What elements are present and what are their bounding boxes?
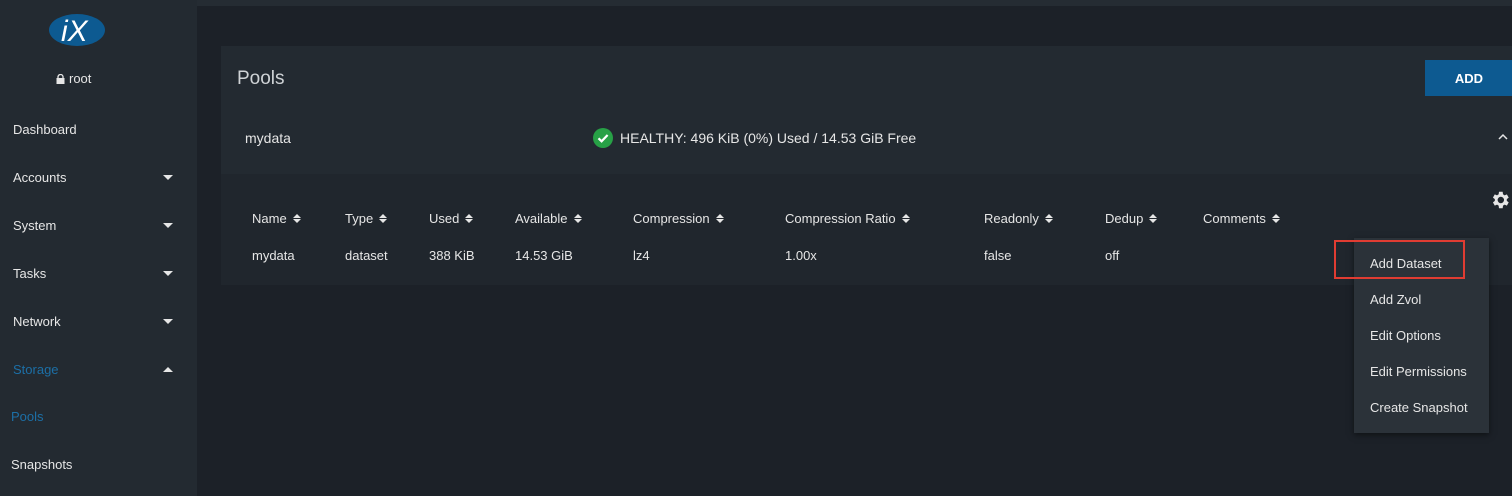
cell-readonly: false	[984, 248, 1012, 263]
cell-compression: lz4	[633, 248, 650, 263]
nav-label: Dashboard	[13, 121, 77, 137]
nav-label: Storage	[13, 361, 59, 377]
pool-name: mydata	[245, 130, 291, 146]
column-header-available[interactable]: Available	[515, 211, 582, 226]
column-header-comments[interactable]: Comments	[1203, 211, 1280, 226]
sort-icon	[901, 214, 910, 223]
nav-accounts[interactable]: Accounts	[0, 153, 197, 201]
cell-available: 14.53 GiB	[515, 248, 573, 263]
column-header-dedup[interactable]: Dedup	[1105, 211, 1158, 226]
nav-label: Network	[13, 313, 61, 329]
column-header-name[interactable]: Name	[252, 211, 301, 226]
menu-item-create-snapshot[interactable]: Create Snapshot	[1370, 400, 1468, 415]
menu-item-edit-options[interactable]: Edit Options	[1370, 328, 1441, 343]
highlight-box	[1334, 240, 1465, 279]
sort-icon	[292, 214, 301, 223]
column-header-type[interactable]: Type	[345, 211, 388, 226]
page-title: Pools	[237, 68, 285, 89]
lock-icon	[56, 73, 65, 84]
pool-header-row[interactable]: mydata HEALTHY: 496 KiB (0%) Used / 14.5…	[221, 110, 1512, 174]
sort-icon	[1271, 214, 1280, 223]
sort-icon	[465, 214, 474, 223]
column-header-readonly[interactable]: Readonly	[984, 211, 1053, 226]
sort-icon	[379, 214, 388, 223]
column-header-compression-ratio[interactable]: Compression Ratio	[785, 211, 910, 226]
cell-used: 388 KiB	[429, 248, 475, 263]
pools-card: Pools ADD mydata HEALTHY: 496 KiB (0%) U…	[221, 46, 1512, 285]
chevron-up-icon[interactable]	[1498, 132, 1508, 142]
caret-down-icon	[163, 270, 173, 276]
user-label: root	[56, 71, 91, 86]
menu-item-edit-permissions[interactable]: Edit Permissions	[1370, 364, 1467, 379]
sidebar: iX root Dashboard Accounts System Tasks …	[0, 0, 197, 496]
nav-snapshots[interactable]: Snapshots	[11, 457, 72, 472]
sort-icon	[715, 214, 724, 223]
caret-down-icon	[163, 174, 173, 180]
menu-item-add-zvol[interactable]: Add Zvol	[1370, 292, 1421, 307]
username: root	[69, 71, 92, 86]
cell-name: mydata	[252, 248, 295, 263]
nav-storage[interactable]: Storage	[0, 345, 197, 393]
check-circle-icon	[593, 128, 613, 148]
pool-status-text: HEALTHY: 496 KiB (0%) Used / 14.53 GiB F…	[620, 130, 917, 146]
column-header-compression[interactable]: Compression	[633, 211, 724, 226]
sort-icon	[573, 214, 582, 223]
logo-text: iX	[61, 15, 89, 48]
nav-pools[interactable]: Pools	[11, 409, 44, 424]
caret-up-icon	[163, 366, 173, 372]
ix-logo: iX	[49, 14, 105, 48]
column-header-used[interactable]: Used	[429, 211, 474, 226]
gear-icon[interactable]	[1489, 189, 1511, 211]
nav-system[interactable]: System	[0, 201, 197, 249]
cell-type: dataset	[345, 248, 388, 263]
nav-label: System	[13, 217, 57, 233]
top-bar	[197, 0, 1512, 6]
cell-dedup: off	[1105, 248, 1120, 263]
cell-compression-ratio: 1.00x	[785, 248, 817, 263]
nav-label: Tasks	[13, 265, 47, 281]
sort-icon	[1149, 214, 1158, 223]
caret-down-icon	[163, 318, 173, 324]
dataset-table: Name Type Used Available Compression Com…	[221, 174, 1512, 285]
nav-label: Accounts	[13, 169, 67, 185]
nav-network[interactable]: Network	[0, 297, 197, 345]
nav-tasks[interactable]: Tasks	[0, 249, 197, 297]
sort-icon	[1044, 214, 1053, 223]
caret-down-icon	[163, 222, 173, 228]
pool-status: HEALTHY: 496 KiB (0%) Used / 14.53 GiB F…	[593, 128, 916, 148]
nav-dashboard[interactable]: Dashboard	[0, 105, 197, 153]
add-pool-button[interactable]: ADD	[1425, 60, 1512, 96]
